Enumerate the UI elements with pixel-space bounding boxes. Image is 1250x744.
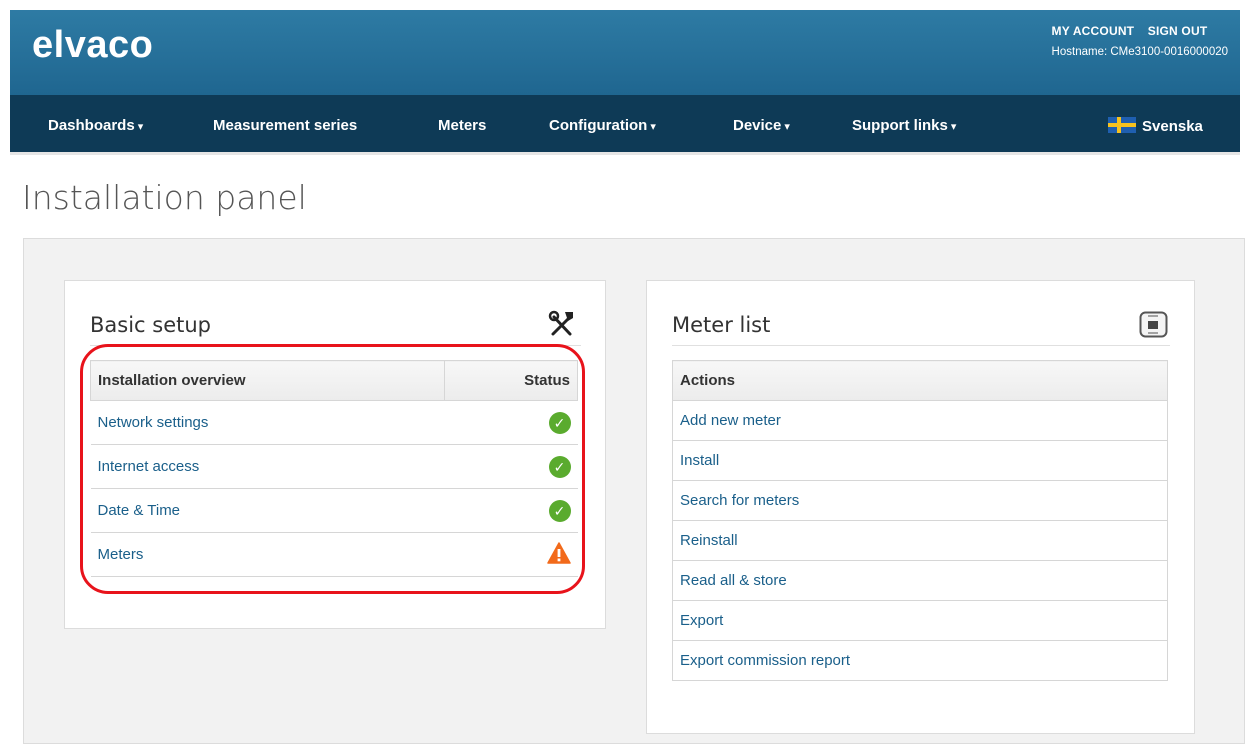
sign-out-link[interactable]: SIGN OUT [1148, 24, 1208, 38]
basic-setup-title: Basic setup [90, 313, 212, 337]
table-row: Date & Time ✓ [90, 488, 578, 533]
nav-measurement-series-label: Measurement series [213, 117, 358, 134]
date-time-link[interactable]: Date & Time [90, 488, 445, 533]
table-row: Add new meter [672, 400, 1168, 441]
page-title: Installation panel [22, 178, 307, 217]
export-commission-report-link[interactable]: Export commission report [672, 640, 1168, 681]
meters-link[interactable]: Meters [90, 532, 445, 577]
nav-meters-label: Meters [438, 117, 487, 134]
nav-support-links-label: Support links [852, 117, 948, 134]
table-header-row: Actions [672, 360, 1168, 401]
table-row: Export commission report [672, 640, 1168, 681]
nav-dashboards[interactable]: Dashboards ▾ [48, 117, 143, 134]
col-actions: Actions [672, 360, 1168, 401]
chevron-down-icon: ▾ [650, 121, 656, 133]
col-status: Status [444, 360, 578, 401]
tools-icon [548, 309, 576, 344]
status-cell: ✓ [444, 400, 578, 445]
nav-dashboards-label: Dashboards [48, 117, 135, 134]
nav-meters[interactable]: Meters [438, 117, 486, 134]
col-installation-overview: Installation overview [89, 360, 446, 401]
warning-triangle-icon [546, 541, 571, 568]
basic-setup-divider [90, 345, 581, 346]
nav-configuration[interactable]: Configuration ▾ [549, 117, 656, 134]
table-row: Meters [90, 532, 578, 577]
search-for-meters-link[interactable]: Search for meters [672, 480, 1168, 521]
nav-language-label: Svenska [1142, 118, 1203, 135]
hostname-text: Hostname: CMe3100-0016000020 [1051, 46, 1228, 58]
nav-support-links[interactable]: Support links ▾ [852, 117, 956, 134]
app-window: elvaco MY ACCOUNT SIGN OUT Hostname: CMe… [0, 0, 1250, 744]
account-area: MY ACCOUNT SIGN OUT Hostname: CMe3100-00… [1052, 24, 1228, 58]
meter-list-title: Meter list [672, 313, 771, 337]
table-row: Export [672, 600, 1168, 641]
table-row: Reinstall [672, 520, 1168, 561]
status-cell [444, 532, 578, 577]
table-row: Search for meters [672, 480, 1168, 521]
read-all-store-link[interactable]: Read all & store [672, 560, 1168, 601]
status-cell: ✓ [444, 488, 578, 533]
chevron-down-icon: ▾ [784, 121, 790, 133]
check-circle-icon: ✓ [548, 455, 571, 478]
status-cell: ✓ [444, 444, 578, 489]
check-circle-icon: ✓ [548, 499, 571, 522]
network-settings-link[interactable]: Network settings [90, 400, 445, 445]
check-circle-icon: ✓ [548, 411, 571, 434]
header-bar: elvaco MY ACCOUNT SIGN OUT Hostname: CMe… [10, 10, 1240, 95]
nav-language-svenska[interactable]: Svenska [1108, 117, 1203, 135]
chevron-down-icon: ▾ [950, 121, 957, 133]
installation-overview-table: Installation overview Status Network set… [89, 360, 578, 577]
meter-list-divider [672, 345, 1170, 346]
meter-icon [1139, 311, 1169, 344]
export-link[interactable]: Export [672, 600, 1168, 641]
nav-measurement-series[interactable]: Measurement series [213, 117, 357, 134]
main-nav: Dashboards ▾ Measurement series Meters Co… [10, 95, 1240, 155]
chevron-down-icon: ▾ [137, 121, 144, 133]
table-row: Read all & store [672, 560, 1168, 601]
nav-configuration-label: Configuration [549, 117, 648, 134]
internet-access-link[interactable]: Internet access [90, 444, 445, 489]
swedish-flag-icon [1108, 117, 1136, 133]
reinstall-link[interactable]: Reinstall [672, 520, 1168, 561]
table-row: Network settings ✓ [90, 400, 578, 445]
install-link[interactable]: Install [672, 440, 1168, 481]
add-new-meter-link[interactable]: Add new meter [672, 400, 1168, 441]
my-account-link[interactable]: MY ACCOUNT [1052, 24, 1135, 38]
nav-device-label: Device [733, 117, 782, 134]
meter-actions-table: Actions Add new meter Install Search for… [672, 360, 1168, 681]
table-header-row: Installation overview Status [89, 360, 578, 401]
elvaco-logo[interactable]: elvaco [32, 24, 153, 67]
nav-device[interactable]: Device ▾ [733, 117, 790, 134]
table-row: Install [672, 440, 1168, 481]
table-row: Internet access ✓ [90, 444, 578, 489]
